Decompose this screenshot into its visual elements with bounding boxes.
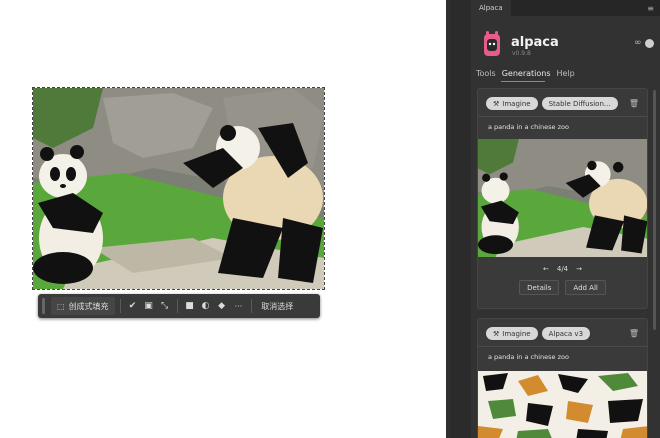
arrow-left-icon[interactable]: ← [543,265,549,273]
tab-help[interactable]: Help [557,69,575,78]
page-indicator: 4/4 [556,265,569,273]
hamburger-menu-icon[interactable]: ≡ [647,4,654,13]
generation-card: ⚒ Imagine Alpaca v3 🗑 a panda in a chine… [477,318,648,438]
panel-scrollbar[interactable] [653,90,656,330]
tab-generations[interactable]: Generations [502,69,551,78]
tab-tools[interactable]: Tools [476,69,496,78]
panel-tab-bar: Alpaca ≡ [471,0,660,16]
magic-wand-icon: ⚒ [493,329,500,338]
generative-fill-label: 创成式填充 [68,301,109,311]
prompt-text: a panda in a chinese zoo [488,123,569,131]
generation-thumbnail[interactable] [478,139,648,257]
panda-photo [33,88,324,289]
adjustment-icon[interactable]: ◐ [199,299,213,313]
document[interactable]: ⬚ 创成式填充 ✔ ▣ ⤡ ■ ◐ ◆ ··· 取消选择 [0,0,446,438]
canvas-area[interactable]: ⬚ 创成式填充 ✔ ▣ ⤡ ■ ◐ ◆ ··· 取消选择 [0,0,450,438]
mode-label: Imagine [502,329,531,338]
panel-tab-alpaca[interactable]: Alpaca [471,0,511,16]
pager: ← 4/4 → [478,265,647,273]
prompt-text: a panda in a chinese zoo [488,353,569,361]
panel-nav: Tools Generations Help [476,69,575,78]
divider [176,299,178,313]
mode-label: Imagine [502,99,531,108]
brush-icon[interactable]: ✔ [126,299,140,313]
model-pill[interactable]: Stable Diffusion... [541,97,618,110]
user-avatar[interactable] [645,39,654,48]
card-header: ⚒ Imagine Alpaca v3 🗑 [478,319,647,340]
card-header: ⚒ Imagine Stable Diffusion... 🗑 [478,89,647,110]
add-all-button[interactable]: Add All [565,280,606,295]
active-tab-indicator [501,81,545,82]
fill-icon[interactable]: ◆ [215,299,229,313]
sparkle-icon: ⬚ [57,301,65,311]
divider [119,299,121,313]
trash-icon[interactable]: 🗑 [629,99,639,108]
contextual-task-bar: ⬚ 创成式填充 ✔ ▣ ⤡ ■ ◐ ◆ ··· 取消选择 [38,294,320,318]
mode-pill[interactable]: ⚒ Imagine [486,327,538,340]
transform-icon[interactable]: ⤡ [158,299,172,313]
arrow-right-icon[interactable]: → [576,265,582,273]
generative-fill-button[interactable]: ⬚ 创成式填充 [51,297,115,315]
more-button[interactable]: ··· [231,297,247,315]
divider [251,299,253,313]
app-version: v0.9.8 [512,50,531,57]
generation-thumbnail[interactable] [478,371,648,438]
card-actions: Details Add All [478,280,647,295]
mask-icon[interactable]: ▣ [142,299,156,313]
mode-pill[interactable]: ⚒ Imagine [486,97,538,110]
drag-handle[interactable] [42,298,45,314]
generation-card: ⚒ Imagine Stable Diffusion... 🗑 a panda … [477,88,648,309]
app-name: alpaca [511,35,559,50]
model-pill[interactable]: Alpaca v3 [541,327,591,340]
selected-image[interactable] [32,87,325,290]
details-button[interactable]: Details [519,280,560,295]
square-mask-icon[interactable]: ■ [183,299,197,313]
deselect-button[interactable]: 取消选择 [257,297,297,315]
magic-wand-icon: ⚒ [493,99,500,108]
trash-icon[interactable]: 🗑 [629,329,639,338]
alpaca-logo-icon [484,31,500,56]
credits-infinity-icon: ∞ [634,38,642,48]
app-root: ⬚ 创成式填充 ✔ ▣ ⤡ ■ ◐ ◆ ··· 取消选择 Alpaca ≡ al… [0,0,660,438]
